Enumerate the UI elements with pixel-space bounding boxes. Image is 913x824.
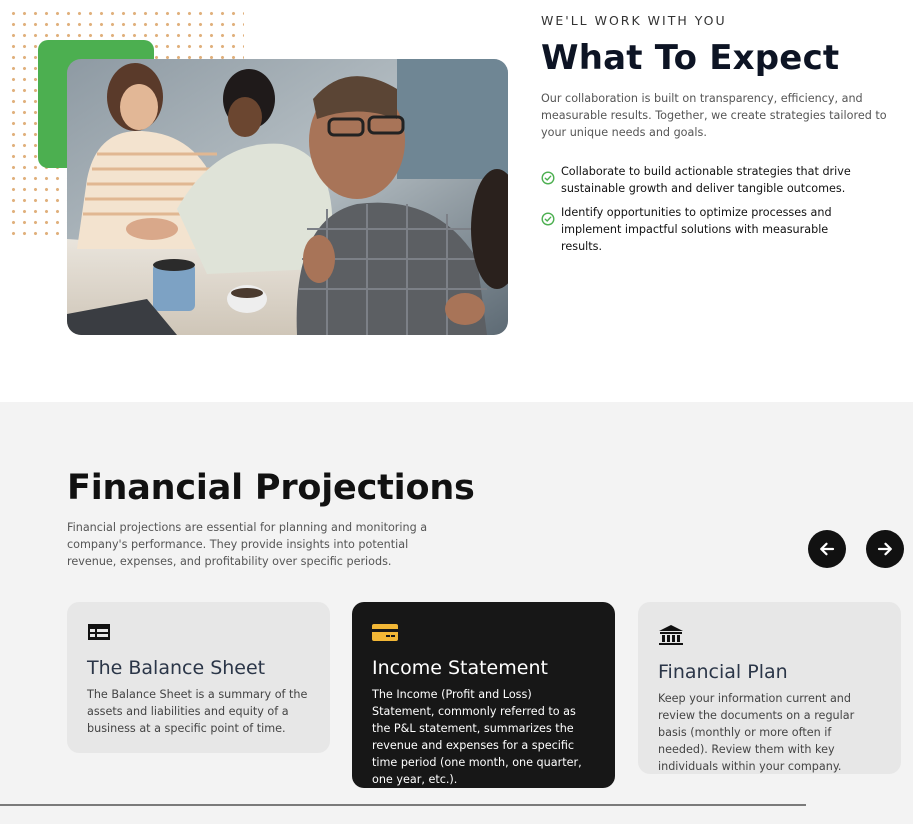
financial-projections-description: Financial projections are essential for … [67,521,428,568]
card-title: Financial Plan [658,661,788,683]
list-item: Identify opportunities to optimize proce… [541,204,871,255]
what-to-expect-description: Our collaboration is built on transparen… [541,92,887,139]
list-item: Collaborate to build actionable strategi… [541,163,871,197]
section-eyebrow: WE'LL WORK WITH YOU [541,13,727,28]
carousel-prev-button[interactable] [808,530,846,568]
check-circle-icon [541,212,555,226]
expectation-list: Collaborate to build actionable strategi… [541,163,871,262]
balance-sheet-card[interactable]: The Balance Sheet The Balance Sheet is a… [67,602,330,753]
card-body: The Income (Profit and Loss) Statement, … [372,688,582,786]
list-item-text: Collaborate to build actionable strategi… [561,165,851,195]
check-circle-icon [541,171,555,185]
table-icon [88,624,110,640]
arrow-left-icon [820,542,835,556]
carousel-next-button[interactable] [866,530,904,568]
financial-projections-heading: Financial Projections [67,468,475,508]
card-body: The Balance Sheet is a summary of the as… [87,688,308,735]
card-body: Keep your information current and review… [658,692,855,773]
card-title: The Balance Sheet [87,657,266,679]
card-title: Income Statement [372,657,548,679]
bank-icon [659,625,683,645]
arrow-right-icon [877,542,892,556]
list-item-text: Identify opportunities to optimize proce… [561,206,832,253]
financial-plan-card[interactable]: Financial Plan Keep your information cur… [638,602,901,774]
carousel-progress-track [0,804,806,806]
team-meeting-photo [67,59,508,335]
what-to-expect-heading: What To Expect [541,38,840,78]
income-statement-card[interactable]: Income Statement The Income (Profit and … [352,602,615,788]
financial-projections-section: Financial Projections Financial projecti… [0,402,913,824]
credit-card-icon [372,624,398,641]
